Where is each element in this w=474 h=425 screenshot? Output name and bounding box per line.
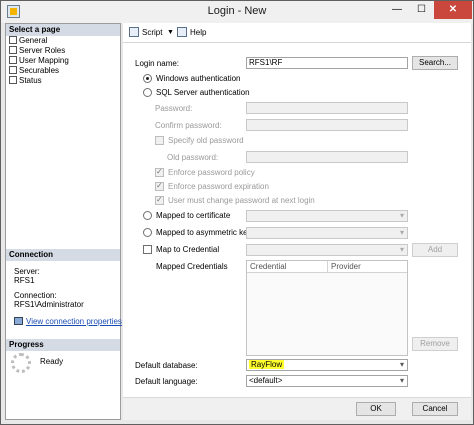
page-icon: [9, 56, 17, 64]
enforce-expiration-label: Enforce password expiration: [168, 182, 269, 191]
view-connection-properties-link[interactable]: View connection properties: [14, 317, 122, 327]
specify-old-password-checkbox[interactable]: [155, 136, 164, 145]
page-user-mapping-label: User Mapping: [19, 56, 69, 65]
cancel-button[interactable]: Cancel: [412, 402, 458, 416]
must-change-password-label: User must change password at next login: [168, 196, 315, 205]
minimize-button[interactable]: —: [385, 1, 409, 19]
page-icon: [9, 36, 17, 44]
maximize-button[interactable]: ☐: [409, 1, 434, 19]
ok-button[interactable]: OK: [356, 402, 396, 416]
enforce-policy-label: Enforce password policy: [168, 168, 255, 177]
default-database-value: RayFlow: [249, 360, 285, 369]
confirm-password-field[interactable]: [246, 119, 408, 131]
old-password-label: Old password:: [167, 153, 219, 162]
page-status[interactable]: Status: [9, 76, 42, 86]
specify-old-password-label: Specify old password: [168, 136, 244, 145]
grid-header-credential[interactable]: Credential: [247, 261, 328, 273]
sql-auth-radio[interactable]: [143, 88, 152, 97]
old-password-field[interactable]: [246, 151, 408, 163]
connection-properties-icon: [14, 317, 23, 325]
page-icon: [9, 66, 17, 74]
script-dropdown-arrow[interactable]: ▼: [167, 27, 174, 39]
page-icon: [9, 46, 17, 54]
page-securables[interactable]: Securables: [9, 66, 59, 76]
page-server-roles[interactable]: Server Roles: [9, 46, 65, 56]
mapped-credentials-label: Mapped Credentials: [156, 262, 228, 271]
page-icon: [9, 76, 17, 84]
certificate-select[interactable]: [246, 210, 408, 222]
default-database-label: Default database:: [135, 361, 198, 370]
script-button[interactable]: Script: [129, 27, 162, 39]
page-general[interactable]: General: [9, 36, 47, 46]
page-user-mapping[interactable]: User Mapping: [9, 56, 69, 66]
page-securables-label: Securables: [19, 66, 60, 75]
credential-select[interactable]: [246, 244, 408, 256]
password-field[interactable]: [246, 102, 408, 114]
grid-header-provider[interactable]: Provider: [328, 261, 407, 273]
login-name-label: Login name:: [135, 59, 180, 68]
progress-header: Progress: [6, 339, 120, 351]
connection-header: Connection: [6, 249, 120, 261]
must-change-password-checkbox[interactable]: [155, 195, 164, 205]
page-status-label: Status: [19, 76, 42, 85]
default-language-select[interactable]: <default>: [246, 375, 408, 387]
help-icon: [177, 27, 187, 37]
progress-status: Ready: [40, 357, 64, 366]
mapped-asymmetric-key-radio[interactable]: [143, 228, 152, 237]
progress-spinner-icon: [11, 353, 31, 373]
mapped-asymmetric-key-label: Mapped to asymmetric key: [156, 228, 252, 237]
login-name-field[interactable]: RFS1\RF: [246, 57, 408, 69]
select-page-header: Select a page: [6, 24, 120, 36]
default-database-select[interactable]: RayFlow: [246, 359, 408, 371]
remove-credential-button[interactable]: Remove: [412, 337, 458, 351]
dialog-footer: OK Cancel: [123, 397, 471, 420]
script-label: Script: [142, 28, 163, 37]
title-bar[interactable]: Login - New — ☐ ✕: [1, 1, 473, 23]
toolbar: Script ▼ Help: [123, 23, 471, 43]
script-icon: [129, 27, 139, 37]
close-button[interactable]: ✕: [434, 1, 472, 19]
page-server-roles-label: Server Roles: [19, 46, 66, 55]
server-value: RFS1: [14, 276, 35, 285]
asymmetric-key-select[interactable]: [246, 227, 408, 239]
windows-auth-radio[interactable]: [143, 74, 152, 83]
view-connection-properties-label: View connection properties: [26, 317, 122, 326]
connection-value: RFS1\Administrator: [14, 300, 84, 309]
windows-auth-label: Windows authentication: [156, 74, 241, 83]
password-label: Password:: [155, 104, 193, 113]
help-label: Help: [190, 28, 207, 37]
search-button[interactable]: Search...: [412, 56, 458, 70]
confirm-password-label: Confirm password:: [155, 121, 222, 130]
enforce-expiration-checkbox[interactable]: [155, 181, 164, 191]
mapped-certificate-label: Mapped to certificate: [156, 211, 231, 220]
map-to-credential-checkbox[interactable]: [143, 245, 152, 254]
help-button[interactable]: Help: [177, 27, 206, 39]
mapped-certificate-radio[interactable]: [143, 211, 152, 220]
enforce-policy-checkbox[interactable]: [155, 167, 164, 177]
main-panel: Script ▼ Help Login name: RFS1\RF Search…: [123, 23, 471, 420]
sql-auth-label: SQL Server authentication: [156, 88, 250, 97]
mapped-credentials-grid[interactable]: Credential Provider: [246, 260, 408, 356]
page-general-label: General: [19, 36, 48, 45]
map-to-credential-label: Map to Credential: [156, 245, 220, 254]
default-language-label: Default language:: [135, 377, 198, 386]
login-new-window: Login - New — ☐ ✕ Select a page General …: [0, 0, 474, 425]
add-credential-button[interactable]: Add: [412, 243, 458, 257]
